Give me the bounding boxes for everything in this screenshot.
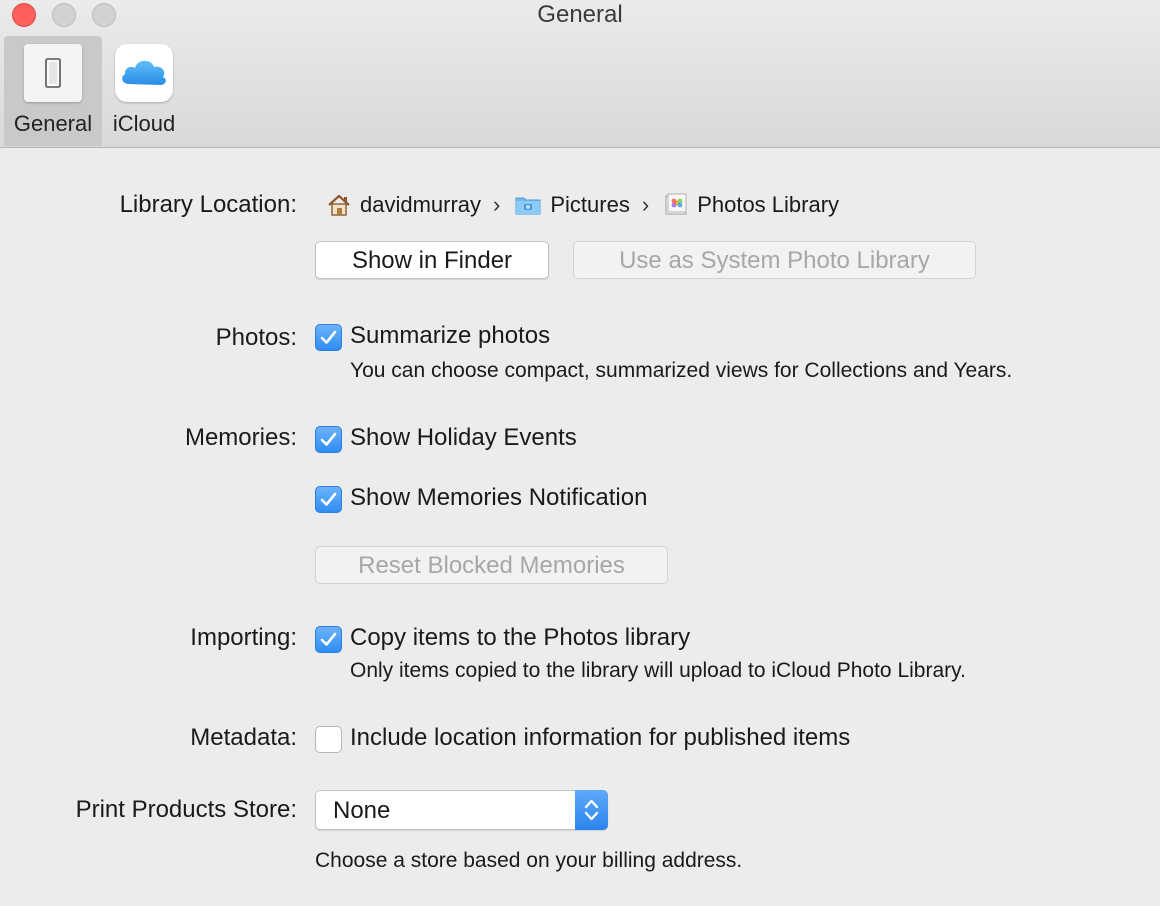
use-as-system-photo-library-button[interactable]: Use as System Photo Library	[573, 241, 976, 279]
checkmark-icon	[320, 492, 337, 506]
include-location-checkbox[interactable]	[315, 726, 342, 753]
checkmark-icon	[320, 330, 337, 344]
show-memories-notification-checkbox[interactable]	[315, 486, 342, 513]
summarize-photos-checkbox[interactable]	[315, 324, 342, 351]
show-memories-notification-label[interactable]: Show Memories Notification	[350, 484, 647, 512]
path-segment-pictures[interactable]: Pictures	[514, 192, 630, 218]
reset-blocked-memories-button[interactable]: Reset Blocked Memories	[315, 546, 668, 584]
path-segment-photos-library-label: Photos Library	[697, 192, 840, 217]
toolbar-tab-general[interactable]: General	[4, 36, 102, 146]
library-path: davidmurray › Pictures › Photos Library	[326, 190, 839, 220]
path-separator: ›	[641, 192, 650, 217]
checkmark-icon	[320, 432, 337, 446]
up-down-chevron-icon	[584, 799, 599, 821]
print-products-store-note: Choose a store based on your billing add…	[315, 849, 743, 872]
window-title: General	[537, 1, 623, 28]
path-segment-home[interactable]: davidmurray	[326, 192, 481, 218]
home-icon	[328, 194, 350, 216]
library-location-label: Library Location:	[119, 191, 297, 218]
icloud-icon	[115, 44, 173, 102]
toolbar-tab-general-label: General	[13, 111, 93, 136]
copy-items-checkbox[interactable]	[315, 626, 342, 653]
summarize-photos-note: You can choose compact, summarized views…	[350, 359, 1013, 382]
checkmark-icon	[320, 632, 337, 646]
importing-label: Importing:	[190, 624, 297, 651]
show-in-finder-button[interactable]: Show in Finder	[315, 241, 549, 279]
photos-label: Photos:	[215, 324, 297, 351]
path-segment-pictures-label: Pictures	[550, 192, 630, 217]
select-stepper	[575, 790, 608, 830]
print-products-store-select[interactable]: None	[315, 790, 608, 830]
toolbar-tab-icloud[interactable]: iCloud	[106, 36, 182, 146]
show-holiday-events-label[interactable]: Show Holiday Events	[350, 424, 577, 452]
print-products-store-label: Print Products Store:	[75, 796, 297, 823]
photos-library-icon	[665, 193, 687, 215]
window-titlebar: General General iCloud	[0, 0, 1160, 148]
metadata-label: Metadata:	[190, 724, 297, 751]
pictures-folder-icon	[515, 197, 541, 215]
path-segment-photos-library[interactable]: Photos Library	[663, 192, 839, 218]
print-products-store-value: None	[333, 797, 391, 824]
path-segment-home-label: davidmurray	[360, 192, 482, 217]
include-location-label[interactable]: Include location information for publish…	[350, 724, 850, 752]
copy-items-note: Only items copied to the library will up…	[350, 659, 966, 682]
copy-items-label[interactable]: Copy items to the Photos library	[350, 624, 690, 652]
toolbar-tab-icloud-label: iCloud	[112, 111, 176, 136]
summarize-photos-label[interactable]: Summarize photos	[350, 322, 550, 350]
switch-icon	[24, 44, 82, 102]
show-holiday-events-checkbox[interactable]	[315, 426, 342, 453]
path-separator: ›	[493, 192, 501, 217]
memories-label: Memories:	[184, 424, 297, 451]
